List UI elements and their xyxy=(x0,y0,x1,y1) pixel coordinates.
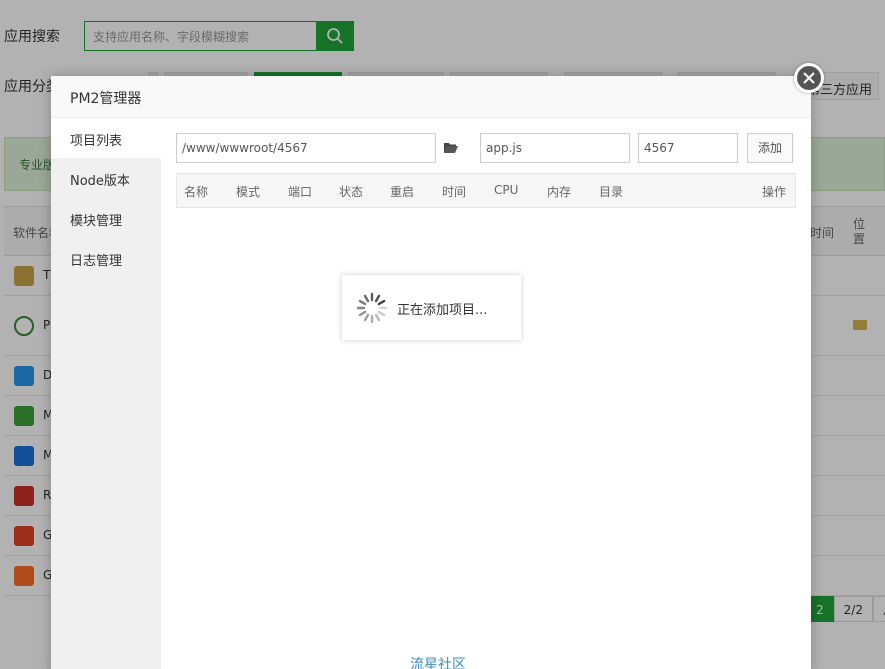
pm2-manager-dialog: PM2管理器 项目列表 Node版本 模块管理 日志管理 /www/wwwroo… xyxy=(51,63,824,669)
sidebar-item-node-version[interactable]: Node版本 xyxy=(51,158,161,198)
dialog-main: /www/wwwroot/4567 app.js 4567 添加 名称 模式 端… xyxy=(161,118,811,669)
th-restart: 重启 xyxy=(390,185,415,199)
sidebar-item-projects[interactable]: 项目列表 xyxy=(51,118,161,158)
sidebar-item-logs[interactable]: 日志管理 xyxy=(51,238,161,278)
loading-spinner-icon xyxy=(356,292,388,324)
startup-file-input[interactable]: app.js xyxy=(480,133,630,163)
th-time: 时间 xyxy=(442,185,467,199)
th-status: 状态 xyxy=(339,185,364,199)
dialog-title: PM2管理器 xyxy=(51,76,811,118)
th-mode: 模式 xyxy=(236,185,261,199)
project-table-header: 名称 模式 端口 状态 重启 时间 CPU 内存 目录 操作 xyxy=(176,173,796,208)
sidebar-item-modules[interactable]: 模块管理 xyxy=(51,198,161,238)
close-icon xyxy=(803,72,815,84)
dialog-sidebar: 项目列表 Node版本 模块管理 日志管理 xyxy=(51,118,161,669)
th-name: 名称 xyxy=(184,185,209,199)
th-port: 端口 xyxy=(288,185,313,199)
community-link[interactable]: 流星社区 xyxy=(410,654,466,669)
th-cpu: CPU xyxy=(494,183,519,197)
th-directory: 目录 xyxy=(599,185,624,199)
loading-popup: 正在添加项目... xyxy=(342,275,521,340)
th-actions: 操作 xyxy=(762,185,787,199)
close-button[interactable] xyxy=(794,63,824,93)
loading-text: 正在添加项目... xyxy=(397,303,488,318)
port-input[interactable]: 4567 xyxy=(638,133,738,163)
project-path-input[interactable]: /www/wwwroot/4567 xyxy=(176,133,436,163)
add-button[interactable]: 添加 xyxy=(747,133,793,163)
th-memory: 内存 xyxy=(547,185,572,199)
folder-open-icon[interactable] xyxy=(444,142,458,154)
